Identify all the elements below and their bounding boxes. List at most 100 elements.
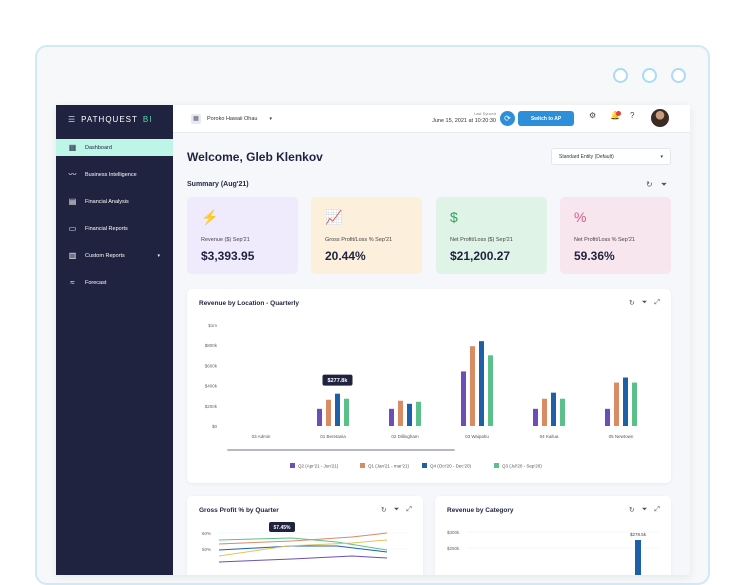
y-tick-label: $0 (212, 424, 218, 429)
analysis-icon: ▤ (68, 197, 77, 206)
x-tick-label: 05 Newtown (609, 434, 634, 439)
chart-bar (479, 341, 484, 426)
revenue-by-category-card: Revenue by Category ↻ ⏷ ⤢ $300k $250k $278… (435, 496, 671, 575)
chevron-down-icon: ▾ (269, 115, 272, 122)
kpi-value: $21,200.27 (450, 249, 511, 263)
chart-bar (461, 371, 466, 426)
brand-suffix: BI (142, 114, 153, 124)
y-tick-label: $600k (205, 363, 218, 368)
summary-actions: ↻ ⏷ (646, 180, 667, 190)
legend-label: Q1 (Jan'21 - mar'21) (368, 464, 409, 469)
custom-reports-icon: ▥ (68, 251, 77, 260)
chevron-down-icon: ▾ (157, 252, 160, 259)
chart-bar (542, 398, 547, 426)
y-tick-label: $400k (205, 384, 218, 389)
chart-bar (635, 540, 641, 575)
chart-tooltip-label: $277.8k (328, 378, 349, 384)
chart-bar (560, 398, 565, 426)
main-content: Welcome, Gleb Klenkov Standard Entity (D… (173, 133, 690, 575)
legend-label: Q2 (Apr'21 - Jun'21) (298, 464, 339, 469)
revenue-by-location-card: Revenue by Location - Quarterly ↻ ⏷ ⤢ $0… (187, 289, 671, 483)
kpi-label: Revenue ($) Sep'21 (201, 237, 250, 243)
legend-swatch (360, 463, 365, 468)
sidebar-item-label: Custom Reports (85, 252, 125, 259)
menu-icon[interactable]: ☰ (68, 115, 76, 124)
entity-select-value: Standard Entity (Default) (559, 153, 614, 160)
chart-bar (407, 403, 412, 426)
chart-bar (605, 408, 610, 426)
chart-bar (398, 400, 403, 426)
sidebar-item-financial-reports[interactable]: ▭ Financial Reports (56, 220, 173, 237)
brand-logo[interactable]: ☰ PATHQUEST BI (56, 105, 173, 133)
brand-name: PATHQUEST (81, 114, 138, 124)
x-tick-label: 01 Beretania (320, 434, 346, 439)
y-tick-label: $1m (208, 323, 217, 328)
legend-label: Q3 (Jul'20 - Sep'20) (502, 464, 542, 469)
window-dot-icon[interactable] (613, 68, 628, 83)
forecast-icon: ≈ (70, 278, 75, 287)
gear-icon[interactable]: ⚙ (589, 111, 596, 120)
entity-select[interactable]: Standard Entity (Default) ▾ (551, 148, 671, 165)
page-title: Welcome, Gleb Klenkov (187, 150, 323, 164)
line-chart-icon: 📈 (325, 209, 343, 225)
legend-swatch (494, 463, 499, 468)
kpi-value: 59.36% (574, 249, 615, 263)
chart-bar (326, 399, 331, 426)
x-tick-label: 04 Kailua (540, 434, 559, 439)
sidebar-item-forecast[interactable]: ≈ Forecast (56, 274, 173, 291)
chart-bar (389, 408, 394, 426)
chart-bar (470, 346, 475, 426)
last-synced-label: Last Synced (473, 111, 496, 116)
sidebar-item-label: Financial Analysis (85, 198, 129, 205)
y-tick-label: $250k (447, 546, 460, 551)
app-window: ☰ PATHQUEST BI ▦ Dashboard 〰 Business Intel… (56, 105, 690, 575)
percent-cycle-icon: % (574, 209, 587, 225)
sidebar-item-label: Financial Reports (85, 225, 128, 232)
kpi-card-gross-profit[interactable]: 📈 Gross Profit/Loss % Sep'21 20.44% (311, 197, 422, 274)
help-icon[interactable]: ? (630, 111, 634, 120)
sidebar-item-custom-reports[interactable]: ▥ Custom Reports ▾ (56, 247, 173, 264)
dollar-cycle-icon: $ (450, 209, 458, 225)
window-dot-icon[interactable] (671, 68, 686, 83)
sidebar-item-label: Dashboard (85, 144, 112, 151)
chart-bar (416, 401, 421, 426)
chart-bar (614, 382, 619, 426)
sidebar-item-business-intelligence[interactable]: 〰 Business Intelligence (56, 166, 173, 183)
chevron-down-icon: ▾ (660, 153, 663, 160)
sidebar-item-label: Business Intelligence (85, 171, 137, 178)
filter-icon[interactable]: ⏷ (661, 180, 667, 190)
chart-bar (623, 377, 628, 426)
revenue-by-location-chart: $0 $200k $400k $600k $800k $1m 03 Admin 01 Bere… (205, 323, 637, 469)
switch-to-ap-button[interactable]: Switch to AP (518, 111, 574, 126)
kpi-value: 20.44% (325, 249, 366, 263)
kpi-label: Net Profit/Loss ($) Sep'21 (450, 237, 513, 243)
organization-select[interactable]: ▦ Poroko Hawaii Ohau ▾ (191, 113, 272, 124)
kpi-card-revenue[interactable]: ⚡ Revenue ($) Sep'21 $3,393.95 (187, 197, 298, 274)
refresh-icon[interactable]: ↻ (646, 180, 653, 190)
sidebar-item-dashboard[interactable]: ▦ Dashboard (56, 139, 173, 156)
revenue-icon: ⚡ (201, 209, 219, 225)
kpi-card-net-profit-percent[interactable]: % Net Profit/Loss % Sep'21 59.36% (560, 197, 671, 274)
last-synced-value: June 15, 2021 at 10:20:30 (432, 118, 496, 124)
y-tick-label: 50% (202, 547, 211, 552)
kpi-card-net-profit[interactable]: $ Net Profit/Loss ($) Sep'21 $21,200.27 (436, 197, 547, 274)
sidebar-item-label: Forecast (85, 279, 107, 286)
chart-line (218, 555, 388, 563)
kpi-value: $3,393.95 (201, 249, 255, 263)
y-tick-label: $300k (447, 530, 460, 535)
topbar: ▦ Poroko Hawaii Ohau ▾ Last Synced June … (173, 105, 690, 133)
y-tick-label: $200k (205, 404, 218, 409)
trend-icon: 〰 (68, 170, 77, 179)
gross-profit-chart: 60% 50% 57.45% (202, 522, 409, 563)
avatar[interactable] (651, 109, 669, 127)
reports-icon: ▭ (68, 224, 77, 233)
sync-button[interactable]: ⟳ (500, 111, 515, 126)
chart-line (218, 539, 388, 557)
chart-scrollbar (227, 449, 455, 451)
legend-swatch (422, 463, 427, 468)
window-dot-icon[interactable] (642, 68, 657, 83)
sidebar: ☰ PATHQUEST BI ▦ Dashboard 〰 Business Intel… (56, 105, 173, 575)
sidebar-item-financial-analysis[interactable]: ▤ Financial Analysis (56, 193, 173, 210)
chart-bar (317, 408, 322, 426)
gross-profit-card: Gross Profit % by Quarter ↻ ⏷ ⤢ 60% 50% 57… (187, 496, 423, 575)
